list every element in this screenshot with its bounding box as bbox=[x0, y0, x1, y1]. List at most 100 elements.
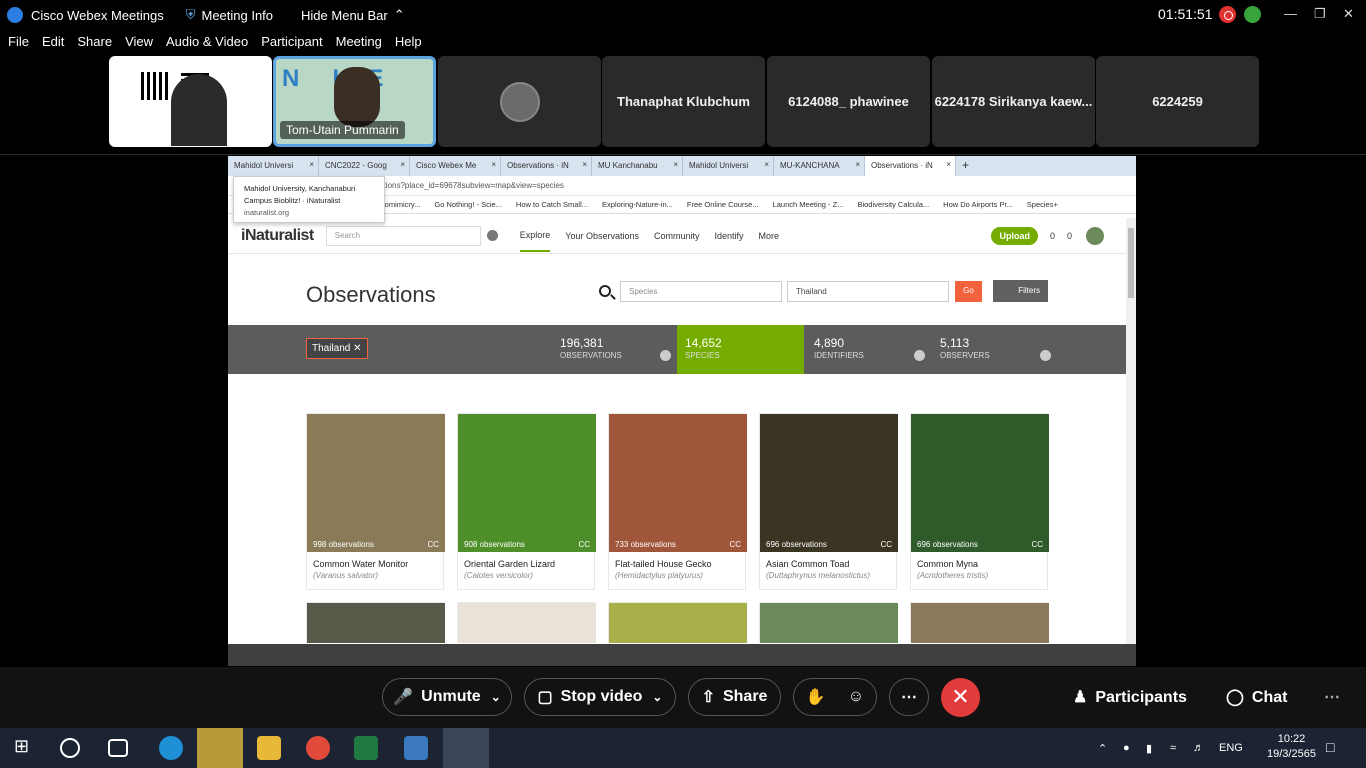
notifications-count[interactable]: 0 bbox=[1067, 231, 1072, 241]
browser-tab[interactable]: Mahidol Universi × bbox=[228, 156, 319, 176]
panel-more-icon[interactable]: ⋯ bbox=[1324, 687, 1340, 707]
species-card[interactable] bbox=[759, 602, 898, 643]
edge-browser-icon[interactable] bbox=[159, 736, 183, 760]
search-icon[interactable] bbox=[60, 738, 80, 758]
nav-your-observations[interactable]: Your Observations bbox=[565, 231, 639, 241]
browser-tab[interactable]: Observations · iN × bbox=[501, 156, 592, 176]
inat-logo[interactable]: iNaturalist bbox=[241, 227, 314, 245]
stat-observations[interactable]: 196,381 OBSERVATIONS bbox=[552, 325, 679, 374]
stop-video-button[interactable]: ▢ Stop video ⌄ bbox=[524, 678, 676, 716]
notifications-icon[interactable]: □ bbox=[1326, 739, 1334, 755]
go-button[interactable]: Go bbox=[955, 281, 982, 302]
bookmark[interactable]: How Do Airports Pr... bbox=[943, 200, 1013, 209]
nav-identify[interactable]: Identify bbox=[715, 231, 744, 241]
species-card[interactable] bbox=[608, 602, 747, 643]
close-tab-icon[interactable]: × bbox=[400, 160, 405, 169]
stat-species[interactable]: 14,652 SPECIES bbox=[677, 325, 804, 374]
species-input[interactable]: Species bbox=[620, 281, 782, 302]
participant-tile[interactable]: 6224259 bbox=[1096, 56, 1259, 147]
bookmark[interactable]: Exploring-Nature-in... bbox=[602, 200, 673, 209]
webex-taskbar-icon[interactable] bbox=[443, 728, 489, 768]
menu-share[interactable]: Share bbox=[77, 34, 112, 54]
species-card[interactable]: 733 observations CC Flat-tailed House Ge… bbox=[608, 413, 747, 590]
species-card[interactable]: 998 observations CC Common Water Monitor… bbox=[306, 413, 445, 590]
participant-video-self[interactable] bbox=[109, 56, 272, 147]
menu-help[interactable]: Help bbox=[395, 34, 422, 54]
language-indicator[interactable]: ENG bbox=[1219, 742, 1243, 754]
file-explorer-icon[interactable] bbox=[257, 736, 281, 760]
leave-meeting-button[interactable]: ✕ bbox=[941, 678, 980, 717]
scrollbar-thumb[interactable] bbox=[1128, 228, 1134, 298]
browser-tab[interactable]: MU Kanchanabu × bbox=[592, 156, 683, 176]
close-tab-icon[interactable]: × bbox=[855, 160, 860, 169]
menu-audio-video[interactable]: Audio & Video bbox=[166, 34, 248, 54]
wifi-icon[interactable]: ≈ bbox=[1170, 742, 1176, 754]
menu-participant[interactable]: Participant bbox=[261, 34, 322, 54]
bookmark[interactable]: Launch Meeting - Z... bbox=[773, 200, 844, 209]
battery-icon[interactable]: ▮ bbox=[1146, 742, 1152, 755]
species-card[interactable] bbox=[306, 602, 445, 643]
close-icon[interactable]: ✕ bbox=[1343, 6, 1354, 22]
messages-count[interactable]: 0 bbox=[1050, 231, 1055, 241]
share-button[interactable]: ⇧ Share bbox=[688, 678, 781, 716]
bookmark[interactable]: Go Nothing! - Scie... bbox=[434, 200, 502, 209]
menu-view[interactable]: View bbox=[125, 34, 153, 54]
close-tab-icon[interactable]: × bbox=[491, 160, 496, 169]
task-view-icon[interactable] bbox=[108, 739, 128, 757]
upload-button[interactable]: Upload bbox=[991, 226, 1038, 245]
new-tab-icon[interactable]: + bbox=[962, 156, 969, 176]
volume-icon[interactable]: ♬ bbox=[1193, 742, 1204, 754]
user-avatar[interactable] bbox=[1086, 226, 1104, 245]
browser-tab[interactable]: Cisco Webex Me × bbox=[410, 156, 501, 176]
clear-search-icon[interactable] bbox=[486, 230, 498, 241]
mic-icon[interactable]: ● bbox=[1123, 742, 1130, 754]
browser-tab[interactable]: Mahidol Universi × bbox=[683, 156, 774, 176]
minimize-icon[interactable]: — bbox=[1284, 6, 1297, 21]
chrome-icon[interactable] bbox=[306, 736, 330, 760]
line-app-icon[interactable] bbox=[197, 728, 243, 768]
taskbar-clock[interactable]: 10:22 19/3/2565 bbox=[1267, 732, 1316, 762]
browser-tab[interactable]: CNC2022 - Goog × bbox=[319, 156, 410, 176]
emoji-icon[interactable]: ☺ bbox=[848, 688, 864, 706]
restore-icon[interactable]: ❐ bbox=[1314, 6, 1326, 22]
menu-file[interactable]: File bbox=[8, 34, 29, 54]
unmute-button[interactable]: 🎤 Unmute ⌄ bbox=[382, 678, 512, 716]
nav-explore[interactable]: Explore bbox=[519, 220, 551, 252]
menu-edit[interactable]: Edit bbox=[42, 34, 64, 54]
meeting-info-button[interactable]: ⛨ Meeting Info bbox=[186, 7, 273, 23]
nav-more[interactable]: More bbox=[759, 231, 780, 241]
raise-hand-icon[interactable]: ✋ bbox=[806, 687, 826, 707]
close-tab-icon[interactable]: × bbox=[764, 160, 769, 169]
species-card[interactable]: 908 observations CC Oriental Garden Liza… bbox=[457, 413, 596, 590]
bookmark[interactable]: Biodiversity Calcula... bbox=[857, 200, 929, 209]
windows-start-icon[interactable]: ⊞ bbox=[14, 736, 38, 760]
reactions-button-group[interactable]: ✋ ☺ bbox=[793, 678, 877, 716]
species-card[interactable]: 696 observations CC Common Myna (Acridot… bbox=[910, 413, 1049, 590]
close-tab-icon[interactable]: × bbox=[582, 160, 587, 169]
stat-observers[interactable]: 5,113 OBSERVERS bbox=[932, 325, 1059, 374]
browser-tab-active[interactable]: Observations · iN × bbox=[865, 156, 956, 176]
close-tab-icon[interactable]: × bbox=[946, 160, 951, 169]
browser-tab[interactable]: MU-KANCHANA × bbox=[774, 156, 865, 176]
participant-tile[interactable]: Thanaphat Klubchum bbox=[602, 56, 765, 147]
recording-icon[interactable] bbox=[1219, 6, 1236, 23]
shared-screen[interactable]: Mahidol Universi × CNC2022 - Goog × Cisco … bbox=[228, 156, 1136, 666]
more-options-button[interactable]: ⋯ bbox=[889, 678, 929, 716]
place-input[interactable]: Thailand bbox=[787, 281, 949, 302]
bookmark[interactable]: Species+ bbox=[1027, 200, 1058, 209]
participant-tile-avatar[interactable] bbox=[438, 56, 601, 147]
bookmark[interactable]: How to Catch Small... bbox=[516, 200, 588, 209]
nav-community[interactable]: Community bbox=[654, 231, 700, 241]
participant-video-active-speaker[interactable]: N URE Tom-Utain Pummarin bbox=[273, 56, 436, 147]
species-card[interactable]: 696 observations CC Asian Common Toad (D… bbox=[759, 413, 898, 590]
tray-chevron-icon[interactable]: ⌃ bbox=[1098, 742, 1107, 755]
participants-button[interactable]: ♟ Participants bbox=[1073, 687, 1187, 707]
participant-tile[interactable]: 6124088_ phawinee bbox=[767, 56, 930, 147]
hide-menu-bar-button[interactable]: Hide Menu Bar ⌃ bbox=[301, 7, 405, 23]
network-stats-icon[interactable] bbox=[1244, 6, 1261, 23]
photos-icon[interactable] bbox=[404, 736, 428, 760]
close-tab-icon[interactable]: × bbox=[673, 160, 678, 169]
stat-identifiers[interactable]: 4,890 IDENTIFIERS bbox=[806, 325, 933, 374]
participant-tile[interactable]: 6224178 Sirikanya kaew... bbox=[932, 56, 1095, 147]
close-tab-icon[interactable]: × bbox=[309, 160, 314, 169]
